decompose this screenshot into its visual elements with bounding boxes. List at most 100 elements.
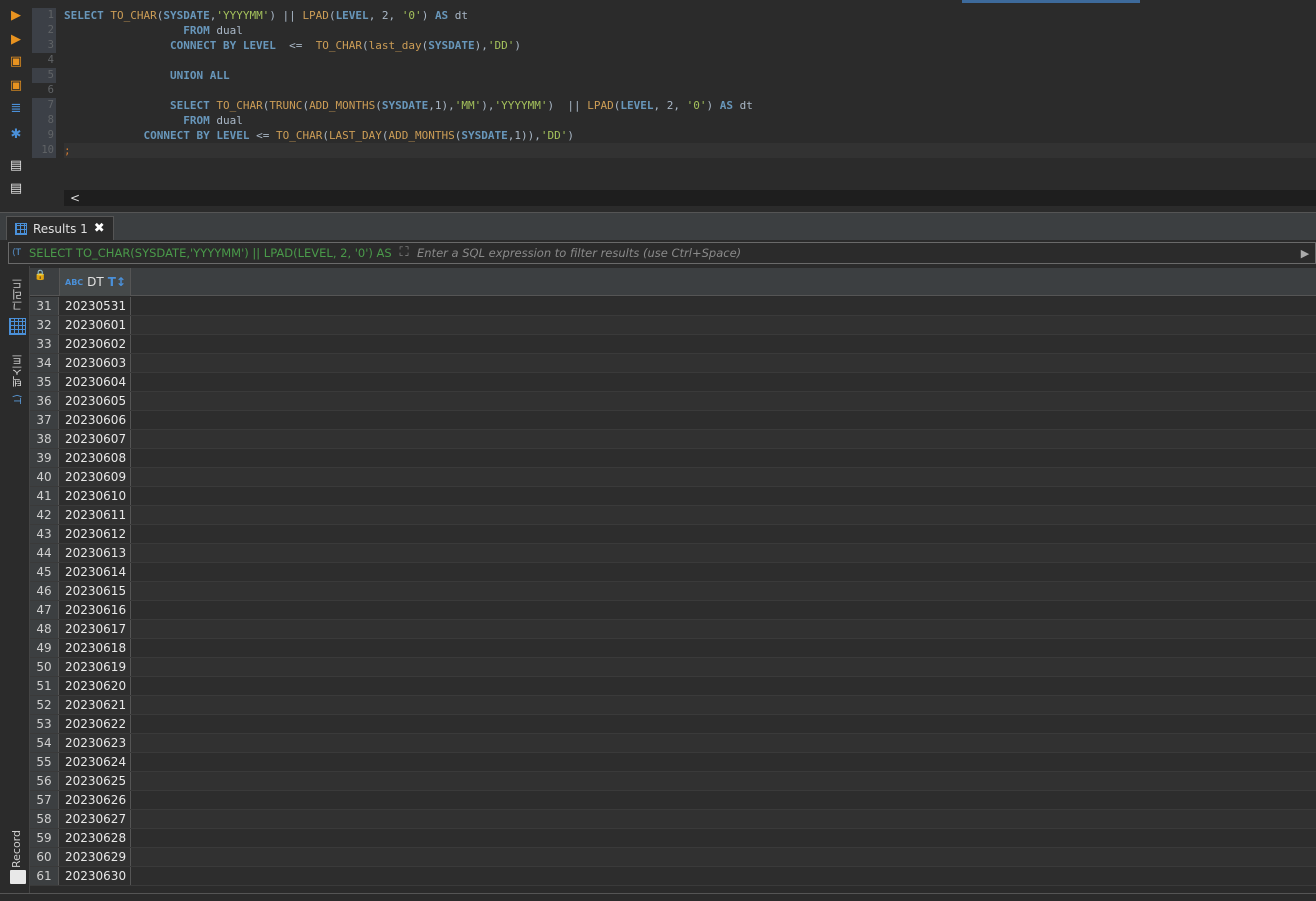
table-row[interactable]: 53 20230622 — [30, 715, 1316, 734]
results-grid[interactable]: 🔒 ABC DT T↕ 31 20230531 32 20230601 33 202306… — [30, 268, 1316, 901]
cell-dt[interactable]: 20230612 — [60, 525, 131, 543]
cell-dt[interactable]: 20230628 — [60, 829, 131, 847]
table-row[interactable]: 48 20230617 — [30, 620, 1316, 639]
cell-dt[interactable]: 20230602 — [60, 335, 131, 353]
lock-icon[interactable]: 🔒 — [30, 268, 59, 296]
sql-editor[interactable]: ▶ ▶ ▣ ▣ ≣ ✱ ▤ ▤ 1 2 3 4 5 6 7 8 9 10 SELECT TO_CH… — [0, 0, 1316, 212]
table-row[interactable]: 36 20230605 — [30, 392, 1316, 411]
cell-dt[interactable]: 20230627 — [60, 810, 131, 828]
row-number[interactable]: 34 — [30, 354, 59, 372]
execute-new-tab-icon[interactable]: ▶ — [8, 32, 24, 48]
apply-filter-icon[interactable]: ▶ — [1295, 247, 1315, 260]
record-view-label[interactable]: Record — [10, 830, 23, 868]
row-number[interactable]: 58 — [30, 810, 59, 828]
table-row[interactable]: 40 20230609 — [30, 468, 1316, 487]
filter-input[interactable]: Enter a SQL expression to filter results… — [415, 243, 1295, 263]
row-number[interactable]: 37 — [30, 411, 59, 429]
row-number[interactable]: 35 — [30, 373, 59, 391]
table-row[interactable]: 39 20230608 — [30, 449, 1316, 468]
row-number[interactable]: 60 — [30, 848, 59, 866]
row-number[interactable]: 49 — [30, 639, 59, 657]
table-row[interactable]: 59 20230628 — [30, 829, 1316, 848]
row-number[interactable]: 39 — [30, 449, 59, 467]
cell-dt[interactable]: 20230618 — [60, 639, 131, 657]
table-row[interactable]: 32 20230601 — [30, 316, 1316, 335]
table-row[interactable]: 43 20230612 — [30, 525, 1316, 544]
table-row[interactable]: 33 20230602 — [30, 335, 1316, 354]
table-row[interactable]: 31 20230531 — [30, 297, 1316, 316]
cell-dt[interactable]: 20230603 — [60, 354, 131, 372]
text-view-label[interactable]: 텍스트 — [10, 354, 26, 387]
table-row[interactable]: 56 20230625 — [30, 772, 1316, 791]
text-view-icon[interactable]: ⟨T — [11, 394, 22, 404]
table-row[interactable]: 58 20230627 — [30, 810, 1316, 829]
cell-dt[interactable]: 20230605 — [60, 392, 131, 410]
row-number[interactable]: 57 — [30, 791, 59, 809]
row-number[interactable]: 42 — [30, 506, 59, 524]
row-number[interactable]: 40 — [30, 468, 59, 486]
cell-dt[interactable]: 20230613 — [60, 544, 131, 562]
explain-plan-icon[interactable]: ≣ — [8, 101, 24, 117]
cell-dt[interactable]: 20230622 — [60, 715, 131, 733]
row-number[interactable]: 53 — [30, 715, 59, 733]
execute-statement-icon[interactable]: ▶ — [8, 8, 24, 24]
expand-icon[interactable]: ⛶ — [393, 243, 415, 263]
code-line[interactable]: CONNECT BY LEVEL <= TO_CHAR(LAST_DAY(ADD… — [64, 128, 1316, 143]
cell-dt[interactable]: 20230606 — [60, 411, 131, 429]
row-number[interactable]: 45 — [30, 563, 59, 581]
row-number[interactable]: 56 — [30, 772, 59, 790]
code-line[interactable]: SELECT TO_CHAR(SYSDATE,'YYYYMM') || LPAD… — [64, 8, 1316, 23]
table-row[interactable]: 60 20230629 — [30, 848, 1316, 867]
cell-dt[interactable]: 20230620 — [60, 677, 131, 695]
cell-dt[interactable]: 20230615 — [60, 582, 131, 600]
row-number[interactable]: 55 — [30, 753, 59, 771]
execute-script-icon[interactable]: ▣ — [8, 54, 24, 70]
load-plan-icon[interactable]: ✱ — [8, 127, 24, 143]
table-row[interactable]: 34 20230603 — [30, 354, 1316, 373]
table-row[interactable]: 55 20230624 — [30, 753, 1316, 772]
table-row[interactable]: 42 20230611 — [30, 506, 1316, 525]
export-icon[interactable]: ▤ — [8, 158, 24, 174]
table-row[interactable]: 51 20230620 — [30, 677, 1316, 696]
row-number[interactable]: 31 — [30, 297, 59, 315]
code-area[interactable]: SELECT TO_CHAR(SYSDATE,'YYYYMM') || LPAD… — [64, 8, 1316, 158]
table-row[interactable]: 52 20230621 — [30, 696, 1316, 715]
code-line[interactable]: ; — [64, 143, 1316, 158]
cell-dt[interactable]: 20230608 — [60, 449, 131, 467]
sort-filter-icon[interactable]: T↕ — [108, 275, 126, 289]
row-number[interactable]: 41 — [30, 487, 59, 505]
table-row[interactable]: 35 20230604 — [30, 373, 1316, 392]
cell-dt[interactable]: 20230607 — [60, 430, 131, 448]
table-row[interactable]: 44 20230613 — [30, 544, 1316, 563]
table-row[interactable]: 47 20230616 — [30, 601, 1316, 620]
row-number[interactable]: 44 — [30, 544, 59, 562]
table-row[interactable]: 49 20230618 — [30, 639, 1316, 658]
code-line[interactable] — [64, 83, 1316, 98]
grid-view-label[interactable]: 그리드 — [10, 278, 26, 311]
table-row[interactable]: 41 20230610 — [30, 487, 1316, 506]
table-row[interactable]: 46 20230615 — [30, 582, 1316, 601]
file-icon[interactable]: ▤ — [8, 181, 24, 197]
cell-dt[interactable]: 20230624 — [60, 753, 131, 771]
row-number[interactable]: 47 — [30, 601, 59, 619]
table-row[interactable]: 57 20230626 — [30, 791, 1316, 810]
cell-dt[interactable]: 20230630 — [60, 867, 131, 885]
cell-dt[interactable]: 20230623 — [60, 734, 131, 752]
cell-dt[interactable]: 20230625 — [60, 772, 131, 790]
cell-dt[interactable]: 20230609 — [60, 468, 131, 486]
cell-dt[interactable]: 20230531 — [60, 297, 131, 315]
table-row[interactable]: 38 20230607 — [30, 430, 1316, 449]
row-number[interactable]: 59 — [30, 829, 59, 847]
record-icon[interactable] — [10, 870, 26, 884]
cell-dt[interactable]: 20230604 — [60, 373, 131, 391]
execute-script-new-tab-icon[interactable]: ▣ — [8, 78, 24, 94]
cell-dt[interactable]: 20230629 — [60, 848, 131, 866]
table-row[interactable]: 45 20230614 — [30, 563, 1316, 582]
row-number[interactable]: 46 — [30, 582, 59, 600]
row-number[interactable]: 51 — [30, 677, 59, 695]
row-number[interactable]: 36 — [30, 392, 59, 410]
row-number[interactable]: 33 — [30, 335, 59, 353]
table-row[interactable]: 37 20230606 — [30, 411, 1316, 430]
cell-dt[interactable]: 20230626 — [60, 791, 131, 809]
cell-dt[interactable]: 20230611 — [60, 506, 131, 524]
